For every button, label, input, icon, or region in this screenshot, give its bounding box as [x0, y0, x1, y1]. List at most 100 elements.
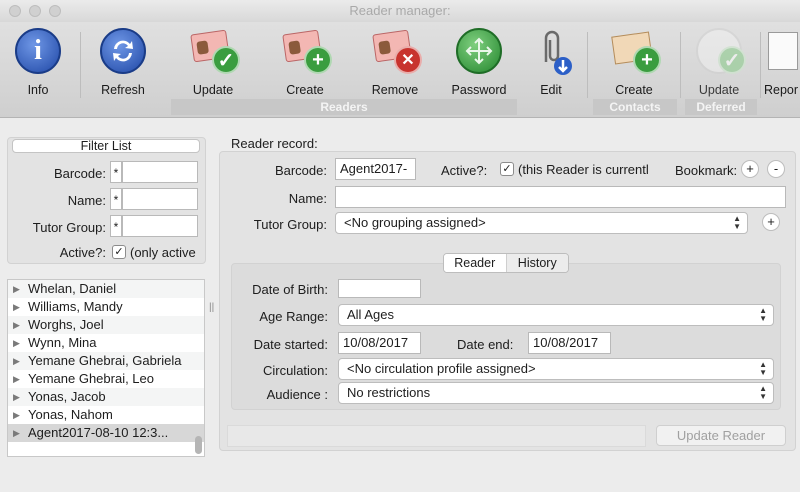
filter-active-checkbox[interactable]: ✓ — [112, 245, 126, 259]
circulation-value: <No circulation profile assigned> — [347, 361, 536, 376]
update-reader-button-bottom[interactable]: Update Reader — [656, 425, 786, 446]
chevron-updown-icon: ▲ ▼ — [733, 214, 741, 231]
record-active-checkbox[interactable]: ✓ — [500, 162, 514, 176]
filter-list-button[interactable]: Filter List — [12, 139, 200, 153]
filter-barcode-label: Barcode: — [53, 166, 106, 181]
edit-paperclip-icon — [526, 26, 576, 76]
remove-label: Remove — [371, 83, 419, 97]
dob-input[interactable] — [338, 279, 421, 298]
date-end-input[interactable]: 10/08/2017 — [528, 332, 611, 354]
age-range-select[interactable]: All Ages ▲ ▼ — [338, 304, 774, 326]
reader-name: Williams, Mandy — [28, 299, 123, 314]
remove-reader-button[interactable]: ✕ Remove — [353, 26, 437, 97]
chevron-updown-icon: ▲ ▼ — [759, 384, 767, 401]
audience-label: Audience : — [266, 387, 328, 402]
deferred-update-button[interactable]: ✓ Update — [677, 26, 761, 97]
disclosure-triangle-icon[interactable]: ▶ — [13, 334, 20, 352]
report-icon — [766, 26, 800, 76]
date-started-input[interactable]: 10/08/2017 — [338, 332, 421, 354]
report-label: Repor — [764, 83, 799, 97]
list-scrollbar[interactable] — [195, 436, 202, 454]
bookmark-add-button[interactable]: + — [741, 160, 759, 178]
dob-label: Date of Birth: — [252, 282, 328, 297]
tutor-group-select[interactable]: <No grouping assigned> ▲ ▼ — [335, 212, 748, 234]
contact-create-button[interactable]: + Create — [592, 26, 676, 97]
password-icon — [454, 26, 504, 76]
disclosure-triangle-icon[interactable]: ▶ — [13, 316, 20, 334]
bookmark-label: Bookmark: — [675, 163, 738, 178]
chevron-updown-icon: ▲ ▼ — [759, 360, 767, 377]
reader-card-update-icon: ✓ — [188, 26, 240, 76]
reader-name: Yemane Ghebrai, Leo — [28, 371, 155, 386]
info-label: Info — [27, 83, 49, 97]
window-title: Reader manager: — [349, 3, 451, 18]
record-name-label: Name: — [288, 191, 327, 206]
refresh-icon — [98, 26, 148, 76]
reader-name: Yemane Ghebrai, Gabriela — [28, 353, 182, 368]
window-controls — [9, 5, 61, 17]
date-end-label: Date end: — [457, 337, 514, 352]
filter-barcode-wildcard: * — [110, 161, 122, 183]
report-button[interactable]: Repor — [764, 26, 800, 97]
record-active-label: Active?: — [441, 163, 488, 178]
tutor-group-value: <No grouping assigned> — [344, 215, 486, 230]
circulation-select[interactable]: <No circulation profile assigned> ▲ ▼ — [338, 358, 774, 380]
disclosure-triangle-icon[interactable]: ▶ — [13, 298, 20, 316]
title-bar: Reader manager: — [0, 0, 800, 22]
chevron-updown-icon: ▲ ▼ — [759, 306, 767, 323]
tab-reader[interactable]: Reader — [444, 254, 507, 272]
close-window-button[interactable] — [9, 5, 21, 17]
refresh-button[interactable]: Refresh — [81, 26, 165, 97]
tab-history[interactable]: History — [506, 254, 568, 272]
record-tabs: Reader History — [443, 253, 569, 273]
reader-name: Agent2017-08-10 12:3... — [28, 425, 169, 440]
list-item[interactable]: ▶ Yonas, Jacob — [8, 388, 204, 406]
deferred-update-icon: ✓ — [694, 26, 746, 76]
split-view-handle[interactable]: || — [209, 302, 214, 313]
disclosure-triangle-icon[interactable]: ▶ — [13, 352, 20, 370]
minimize-window-button[interactable] — [29, 5, 41, 17]
list-item[interactable]: ▶ Yemane Ghebrai, Gabriela — [8, 352, 204, 370]
list-item[interactable]: ▶ Williams, Mandy — [8, 298, 204, 316]
list-item[interactable]: ▶ Whelan, Daniel — [8, 280, 204, 298]
edit-button[interactable]: Edit — [509, 26, 593, 97]
reader-name: Yonas, Jacob — [28, 389, 106, 404]
circulation-label: Circulation: — [262, 363, 328, 378]
zoom-window-button[interactable] — [49, 5, 61, 17]
reader-card-create-icon: + — [280, 26, 332, 76]
record-active-text: (this Reader is currentl — [518, 162, 649, 177]
filter-name-wildcard: * — [110, 188, 122, 210]
record-name-input[interactable] — [335, 186, 786, 208]
disclosure-triangle-icon[interactable]: ▶ — [13, 406, 20, 424]
info-icon: i — [13, 26, 63, 76]
record-barcode-input[interactable]: Agent2017- — [335, 158, 416, 180]
disclosure-triangle-icon[interactable]: ▶ — [13, 280, 20, 298]
audience-select[interactable]: No restrictions ▲ ▼ — [338, 382, 774, 404]
disclosure-triangle-icon[interactable]: ▶ — [13, 388, 20, 406]
list-item[interactable]: ▶ Wynn, Mina — [8, 334, 204, 352]
disclosure-triangle-icon[interactable]: ▶ — [13, 424, 20, 442]
list-item[interactable]: ▶ Worghs, Joel — [8, 316, 204, 334]
filter-tutor-input[interactable] — [122, 215, 198, 237]
reader-record-heading: Reader record: — [231, 136, 318, 151]
toolbar-separator — [760, 32, 761, 98]
readers-group-label: Readers — [171, 99, 517, 115]
filter-barcode-input[interactable] — [122, 161, 198, 183]
update-reader-button[interactable]: ✓ Update — [171, 26, 255, 97]
list-item-selected[interactable]: ▶ Agent2017-08-10 12:3... — [8, 424, 204, 442]
deferred-update-label: Update — [698, 83, 740, 97]
tutor-group-add-button[interactable]: + — [762, 213, 780, 231]
list-item[interactable]: ▶ Yonas, Nahom — [8, 406, 204, 424]
bookmark-remove-button[interactable]: - — [767, 160, 785, 178]
filter-name-input[interactable] — [122, 188, 198, 210]
contact-create-label: Create — [615, 83, 653, 97]
date-started-label: Date started: — [253, 337, 328, 352]
disclosure-triangle-icon[interactable]: ▶ — [13, 370, 20, 388]
create-reader-button[interactable]: + Create — [263, 26, 347, 97]
list-item[interactable]: ▶ Yemane Ghebrai, Leo — [8, 370, 204, 388]
deferred-group-label: Deferred — [685, 99, 757, 115]
info-button[interactable]: i Info — [0, 26, 80, 97]
reader-name: Wynn, Mina — [28, 335, 97, 350]
contact-create-icon: + — [609, 26, 661, 76]
reader-list: ▶ Whelan, Daniel ▶ Williams, Mandy ▶ Worghs… — [7, 279, 205, 457]
